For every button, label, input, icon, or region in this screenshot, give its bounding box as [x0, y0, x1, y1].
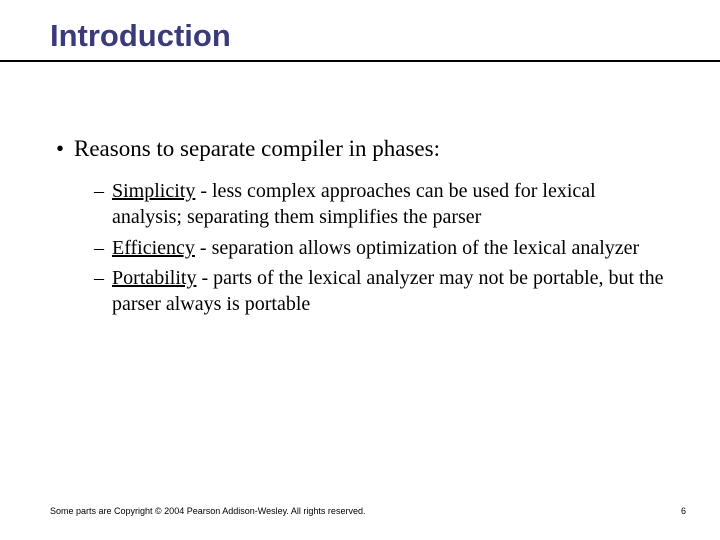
bullet-level2: – Efficiency - separation allows optimiz… — [94, 235, 670, 261]
slide-container: Introduction • Reasons to separate compi… — [0, 0, 720, 540]
dash-icon: – — [94, 178, 104, 204]
slide-content: • Reasons to separate compiler in phases… — [50, 134, 670, 318]
bullet-level2: – Portability - parts of the lexical ana… — [94, 265, 670, 318]
page-number: 6 — [681, 506, 686, 516]
bullet-level2-text: Simplicity - less complex approaches can… — [112, 180, 596, 228]
sub-bullets-wrap: – Simplicity - less complex approaches c… — [56, 178, 670, 318]
slide-title: Introduction — [50, 18, 670, 54]
footer-copyright: Some parts are Copyright © 2004 Pearson … — [50, 506, 365, 516]
term-underline: Efficiency — [112, 237, 195, 259]
term-rest: - separation allows optimization of the … — [195, 237, 639, 259]
dash-icon: – — [94, 265, 104, 291]
bullet-level2-text: Efficiency - separation allows optimizat… — [112, 237, 639, 259]
bullet-level2: – Simplicity - less complex approaches c… — [94, 178, 670, 231]
bullet-level1-text: Reasons to separate compiler in phases: — [74, 136, 440, 161]
dash-icon: – — [94, 235, 104, 261]
bullet-level1: • Reasons to separate compiler in phases… — [56, 134, 670, 164]
term-underline: Simplicity — [112, 180, 195, 202]
term-underline: Portability — [112, 267, 196, 289]
bullet-dot-icon: • — [56, 134, 64, 164]
title-underline — [0, 60, 720, 62]
bullet-level2-text: Portability - parts of the lexical analy… — [112, 267, 664, 315]
